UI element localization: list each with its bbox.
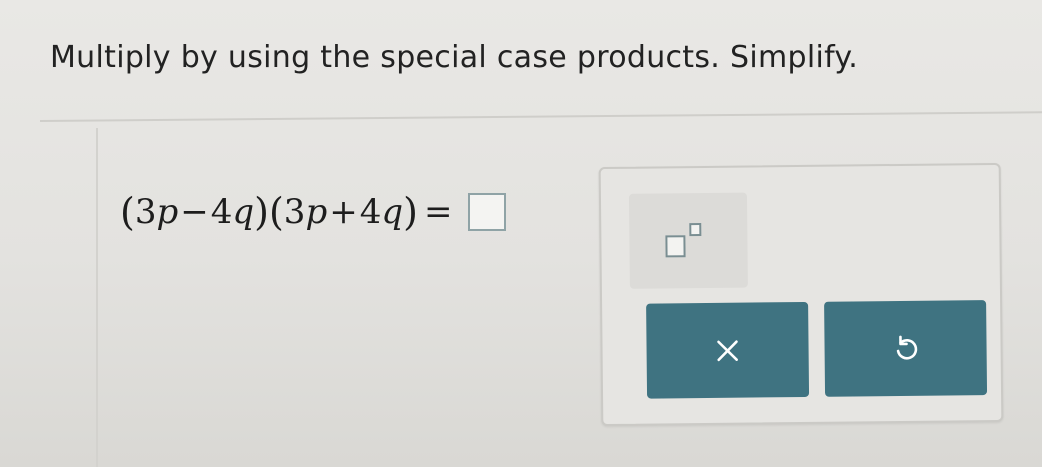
coefficient: 4 [359,192,382,232]
undo-icon [890,333,920,363]
exponent-base-box [665,235,686,258]
equation: ( 3 p − 4 q ) ( 3 p + 4 q ) = [120,190,507,234]
clear-button[interactable] [646,301,810,399]
open-paren: ( [120,190,135,234]
coefficient: 4 [210,192,233,232]
variable-q: q [381,192,404,232]
times-icon [714,337,740,363]
variable-p: p [305,192,328,232]
coefficient: 3 [134,192,157,232]
exponent-button[interactable] [628,192,748,289]
exponent-power-box [689,223,702,237]
section-divider [39,111,1042,122]
coefficient: 3 [283,192,306,232]
instruction-text: Multiply by using the special case produ… [50,40,859,75]
close-paren: ) [254,190,269,234]
content-left-border [96,128,98,467]
plus-operator: + [329,192,358,232]
minus-operator: − [180,192,209,232]
math-keypad-panel [598,162,1004,427]
variable-p: p [156,192,179,232]
open-paren: ( [268,190,284,234]
answer-input-box[interactable] [468,193,507,231]
close-paren: ) [403,190,418,234]
variable-q: q [232,192,255,232]
equals-sign: = [423,192,453,232]
undo-button[interactable] [824,300,988,397]
